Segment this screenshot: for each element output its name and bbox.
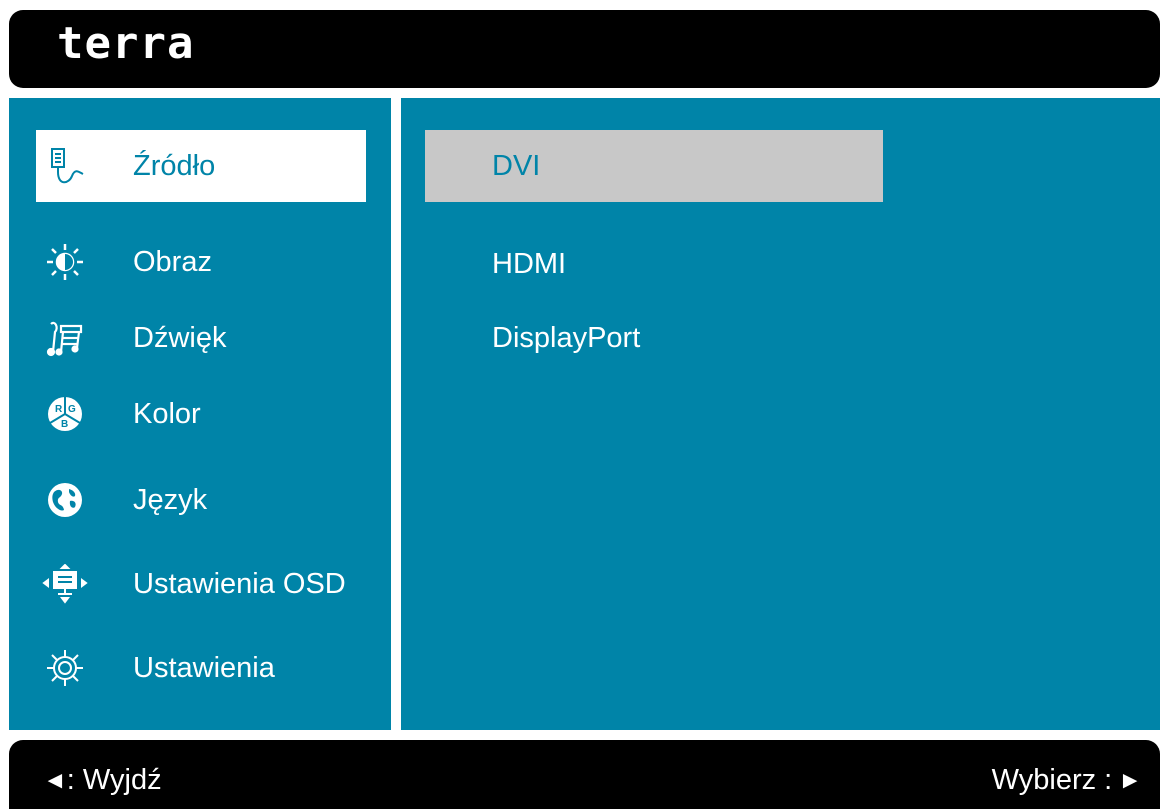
exit-hint: ◄ : Wyjdź xyxy=(43,764,162,797)
gear-icon xyxy=(42,645,88,691)
sidebar-item-picture[interactable]: Obraz xyxy=(36,226,366,298)
select-label: Wybierz : xyxy=(991,764,1113,796)
header-bar: terra xyxy=(9,10,1160,88)
sidebar-item-label: Źródło xyxy=(133,149,216,182)
option-label: DVI xyxy=(492,149,541,182)
svg-text:R: R xyxy=(55,404,63,415)
sidebar-item-settings[interactable]: Ustawienia xyxy=(36,632,366,704)
right-arrow-icon: ► xyxy=(1118,766,1142,794)
sidebar-item-label: Obraz xyxy=(133,245,212,278)
source-options-panel: DVI HDMI DisplayPort xyxy=(401,98,1160,730)
select-hint: Wybierz : ► xyxy=(992,764,1142,797)
music-note-icon xyxy=(42,315,88,361)
svg-text:G: G xyxy=(68,404,76,415)
sidebar-item-color[interactable]: R G B Kolor xyxy=(36,378,366,450)
sidebar-item-language[interactable]: Język xyxy=(36,464,366,536)
sidebar-item-label: Dźwięk xyxy=(133,321,227,354)
sidebar-item-label: Kolor xyxy=(133,397,201,430)
rgb-color-icon: R G B xyxy=(42,391,88,437)
sidebar-item-label: Ustawienia OSD xyxy=(133,567,346,600)
option-dvi[interactable]: DVI xyxy=(425,130,883,202)
brand-logo: terra xyxy=(57,18,195,69)
sidebar-item-label: Język xyxy=(133,483,208,516)
input-source-icon xyxy=(42,143,88,189)
exit-label: : Wyjdź xyxy=(66,764,162,796)
footer-bar: ◄ : Wyjdź Wybierz : ► xyxy=(9,740,1160,809)
svg-text:B: B xyxy=(61,419,68,430)
option-label: DisplayPort xyxy=(492,321,641,354)
option-hdmi[interactable]: HDMI xyxy=(425,228,883,300)
osd-position-icon xyxy=(42,561,88,607)
sidebar-item-label: Ustawienia xyxy=(133,651,275,684)
sidebar-menu: Źródło Obraz Dźwięk R G B Kolor Język Us… xyxy=(9,98,391,730)
sidebar-item-source[interactable]: Źródło xyxy=(36,130,366,202)
sidebar-item-osd-settings[interactable]: Ustawienia OSD xyxy=(36,548,366,620)
option-displayport[interactable]: DisplayPort xyxy=(425,302,883,374)
left-arrow-icon: ◄ xyxy=(43,766,67,794)
option-label: HDMI xyxy=(492,247,567,280)
brightness-icon xyxy=(42,239,88,285)
globe-icon xyxy=(42,477,88,523)
sidebar-item-audio[interactable]: Dźwięk xyxy=(36,302,366,374)
